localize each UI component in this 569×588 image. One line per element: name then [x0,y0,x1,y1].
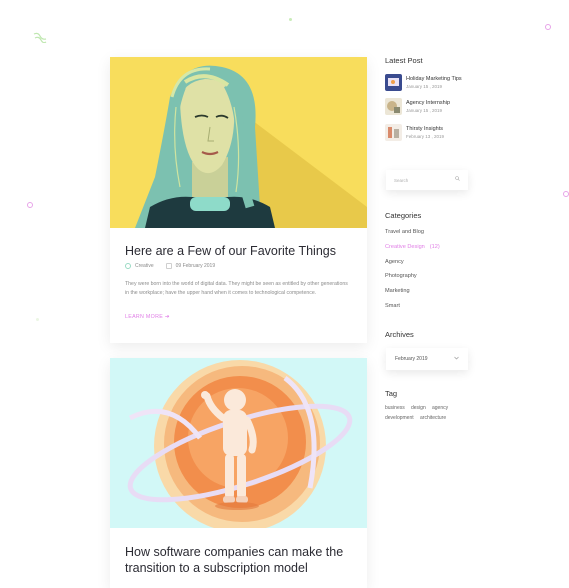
search-box [386,170,468,190]
archive-select[interactable]: February 2019 [386,348,468,370]
latest-post-date: January 15 , 2019 [406,108,443,113]
tag-heading: Tag [385,389,398,398]
category-link[interactable]: Marketing [385,288,410,294]
latest-post-date: February 13 , 2019 [406,134,445,139]
latest-post-item[interactable]: Thirsty Insights February 13 , 2019 [385,124,485,142]
tag-link[interactable]: design [411,405,426,411]
decor-ring-icon [27,202,33,208]
archives-heading: Archives [385,330,414,339]
latest-post-date: January 15 , 2019 [406,84,443,89]
thumbnail-image-icon [385,98,402,115]
folder-icon [125,263,131,269]
categories-heading: Categories [385,211,422,220]
category-link-active[interactable]: Creative Design (12) [385,244,440,250]
tag-link[interactable]: business [385,405,405,411]
latest-post-heading: Latest Post [385,56,423,65]
search-input[interactable] [394,176,449,184]
thumbnail-image-icon [385,74,402,91]
arrow-right-icon: ➔ [164,314,170,320]
post-hero-image[interactable] [110,358,367,528]
category-label: Travel and Blog [385,229,424,235]
category-link[interactable]: Photography [385,273,417,279]
post-excerpt: They were born into the world of digital… [125,281,348,296]
tag-link[interactable]: development [385,415,414,421]
decor-dot-icon [36,318,39,321]
archive-select-value: February 2019 [395,356,428,362]
post-title[interactable]: Here are a Few of our Favorite Things [125,243,357,259]
learn-more-link[interactable]: LEARN MORE ➔ [125,314,170,320]
post-card: How software companies can make the tran… [110,358,367,588]
learn-more-label: LEARN MORE [125,314,164,320]
tag-link[interactable]: agency [432,405,448,411]
category-label: Marketing [385,288,410,294]
chevron-down-icon [454,356,459,360]
portrait-illustration-icon [110,57,367,228]
latest-post-item[interactable]: Agency Internship January 15 , 2019 [385,98,485,116]
latest-post-title[interactable]: Holiday Marketing Tips [406,76,462,82]
post-category[interactable]: Creative [135,263,154,269]
category-label: Smart [385,303,400,309]
category-label: Photography [385,273,417,279]
category-count: (12) [429,244,440,250]
latest-post-title[interactable]: Agency Internship [406,100,450,106]
calendar-icon [165,263,172,269]
tag-link[interactable]: architecture [420,415,446,421]
decor-dot-icon [289,18,292,21]
thumbnail-image-icon [385,124,402,141]
post-date: 09 February 2019 [175,263,216,269]
latest-post-title[interactable]: Thirsty Insights [406,126,443,132]
decor-ring-icon [545,24,551,30]
latest-post-thumbnail[interactable] [385,74,402,91]
category-label: Agency [385,259,404,265]
post-title[interactable]: How software companies can make the tran… [125,544,360,576]
latest-post-thumbnail[interactable] [385,98,402,115]
category-label: Creative Design [385,244,425,250]
category-link[interactable]: Travel and Blog [385,229,424,235]
post-card: Here are a Few of our Favorite Things Cr… [110,57,367,343]
category-link[interactable]: Agency [385,259,404,265]
latest-post-item[interactable]: Holiday Marketing Tips January 15 , 2019 [385,74,485,92]
astronaut-illustration-icon [110,358,367,528]
decor-ribbon-icon [33,32,47,43]
post-meta: Creative 09 February 2019 [125,263,215,269]
search-icon[interactable] [455,176,460,181]
decor-ring-icon [563,191,569,197]
post-hero-image[interactable] [110,57,367,228]
category-link[interactable]: Smart [385,303,400,309]
latest-post-thumbnail[interactable] [385,124,402,141]
